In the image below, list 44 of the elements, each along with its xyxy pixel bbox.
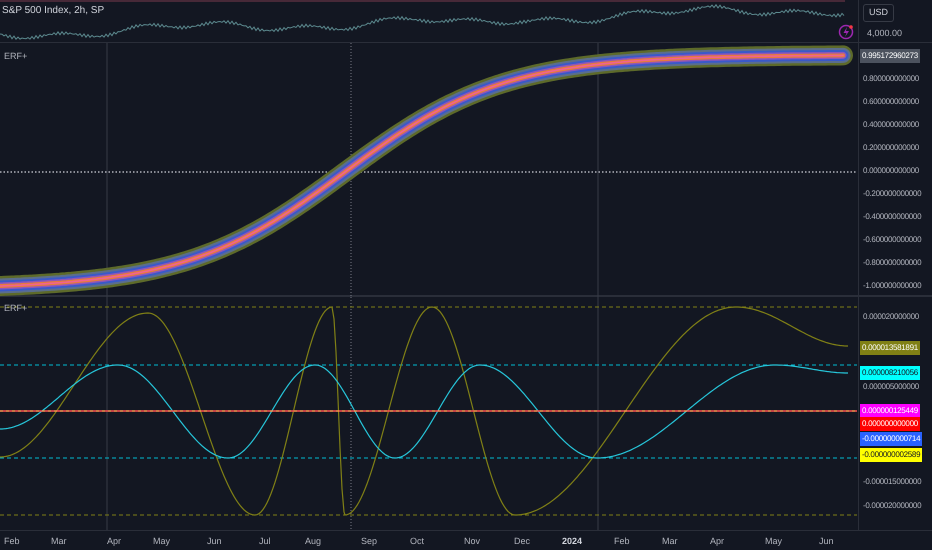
axis-label: 0.000000000000 (863, 165, 919, 177)
axis-label: 0.400000000000 (863, 119, 919, 131)
axis-label: 0.000005000000 (863, 381, 919, 393)
axis-label: -0.600000000000 (863, 234, 922, 246)
axis-label: 0.800000000000 (863, 73, 919, 85)
axis-label: -0.400000000000 (863, 211, 922, 223)
time-label: Apr (107, 535, 122, 547)
time-label: Feb (614, 535, 630, 547)
axis-label: -0.000020000000 (863, 500, 922, 512)
time-label: Dec (514, 535, 530, 547)
axis-label: 4,000.00 (867, 27, 902, 40)
indicator-title: ERF+ (4, 302, 28, 315)
time-label: Sep (361, 535, 378, 547)
time-label: May (765, 535, 782, 547)
time-label: Mar (662, 535, 678, 547)
time-label: Feb (4, 535, 20, 547)
value-tag: 0.000013581891 (860, 341, 920, 355)
time-label: 2024 (562, 535, 582, 547)
symbol-title: S&P 500 Index, 2h, SP (2, 4, 104, 18)
time-label: May (153, 535, 170, 547)
time-label: Jun (819, 535, 834, 547)
axis-label: -0.800000000000 (863, 257, 922, 269)
axis-label: -0.200000000000 (863, 188, 922, 200)
time-label: Aug (305, 535, 322, 547)
time-label: Nov (464, 535, 480, 547)
axis-label: 0.000020000000 (863, 311, 919, 323)
time-label: Apr (710, 535, 724, 547)
time-label: Mar (51, 535, 66, 547)
time-label: Oct (410, 535, 424, 547)
time-label: Jul (259, 535, 271, 547)
currency-button[interactable]: USD (863, 4, 894, 22)
last-value-tag: 0.995172960273 (860, 49, 920, 63)
indicator-title: ERF+ (4, 50, 28, 63)
axis-label: -0.000015000000 (863, 476, 922, 488)
lightning-icon (838, 24, 854, 40)
time-label: Jun (207, 535, 222, 547)
value-tag: -0.000000002589 (860, 448, 922, 462)
axis-label: 0.200000000000 (863, 142, 919, 154)
value-tag: 0.000000000000 (860, 417, 920, 431)
value-tag: 0.000008210056 (860, 366, 920, 380)
value-tag: 0.000000125449 (860, 404, 920, 418)
axis-label: 0.600000000000 (863, 96, 919, 108)
axis-label: -1.000000000000 (863, 280, 922, 292)
value-tag: -0.000000000714 (860, 432, 922, 446)
